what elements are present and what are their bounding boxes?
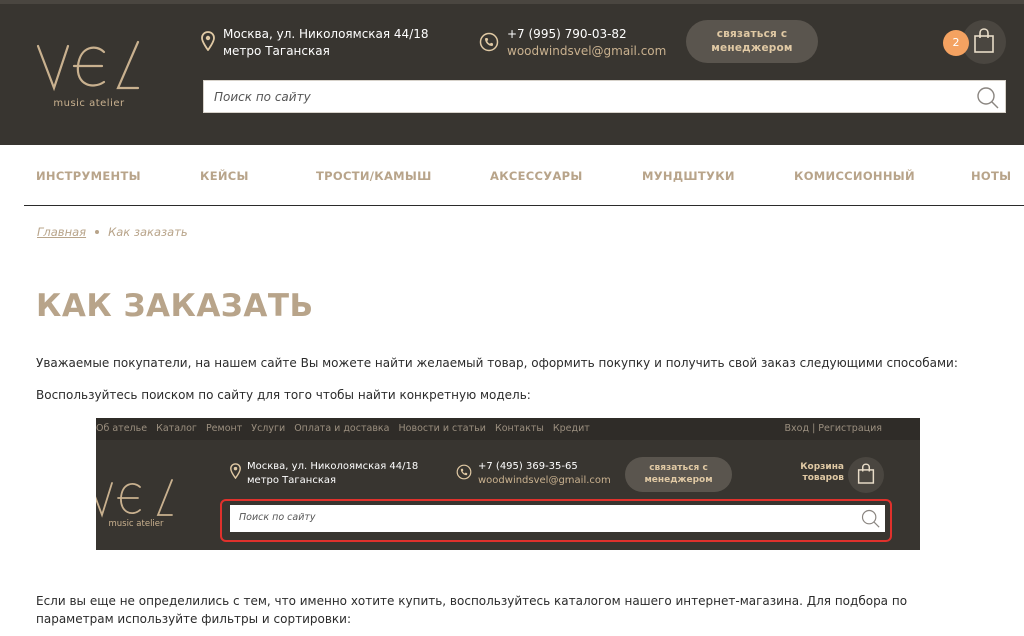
screenshot-contact-button: связаться с менеджером (625, 457, 732, 492)
screenshot-menu-item: Об ателье (96, 423, 148, 434)
screenshot-logo-subtitle: music atelier (108, 519, 164, 529)
metro-line: метро Таганская (223, 44, 330, 58)
nav-divider (24, 205, 1024, 206)
screenshot-menu-item: Каталог (156, 423, 197, 434)
screenshot-phone-number: +7 (495) 369-35-65 (478, 461, 578, 472)
screenshot-menu-item: Ремонт (205, 423, 243, 434)
nav-item-consignment[interactable]: КОМИССИОННЫЙ (794, 169, 915, 183)
screenshot-cart-label-1: Корзина (800, 462, 844, 472)
screenshot-menu-item: Контакты (494, 423, 544, 434)
screenshot-menu-item: Кредит (552, 423, 590, 434)
screenshot-cart-label-2: товаров (802, 473, 845, 483)
contact-manager-button[interactable]: связаться с менеджером (686, 20, 818, 63)
page-title: КАК ЗАКАЗАТЬ (36, 288, 314, 324)
screenshot-cart (848, 457, 884, 493)
screenshot-menu-item: Новости и статьи (398, 423, 486, 434)
location-pin-icon (201, 31, 215, 51)
screenshot-address-line: Москва, ул. Николоямская 44/18 (247, 461, 419, 472)
screenshot-menu: Об ателье Каталог Ремонт Услуги Оплата и… (96, 423, 596, 434)
screenshot-address: Москва, ул. Николоямская 44/18 метро Таг… (230, 460, 418, 488)
screenshot-phone: +7 (495) 369-35-65 woodwindsvel@gmail.co… (456, 460, 611, 488)
screenshot-button-label-1: связаться с (649, 463, 708, 473)
contact-button-label-1: связаться с (716, 28, 788, 40)
nav-item-sheet-music[interactable]: НОТЫ (971, 169, 1011, 183)
screenshot-menu-item: Услуги (251, 423, 286, 434)
phone-icon (479, 32, 499, 52)
intro-paragraph: Уважаемые покупатели, на нашем сайте Вы … (36, 356, 958, 370)
nav-item-reeds[interactable]: ТРОСТИ/КАМЫШ (316, 169, 432, 183)
screenshot-cart-label: Корзина товаров (796, 462, 844, 484)
search-icon[interactable] (975, 85, 999, 109)
site-header: music atelier Москва, ул. Николоямская 4… (0, 0, 1024, 145)
instruction-screenshot: Об ателье Каталог Ремонт Услуги Оплата и… (96, 418, 920, 550)
search-hint-paragraph: Воспользуйтесь поиском по сайту для того… (36, 388, 531, 402)
phone-icon (456, 464, 472, 480)
header-top-strip (0, 0, 1024, 4)
breadcrumb: Главная Как заказать (37, 225, 188, 239)
breadcrumb-home-link[interactable]: Главная (37, 225, 86, 239)
nav-item-accessories[interactable]: АКСЕССУАРЫ (490, 169, 583, 183)
main-nav: ИНСТРУМЕНТЫ КЕЙСЫ ТРОСТИ/КАМЫШ АКСЕССУАР… (0, 145, 1024, 206)
screenshot-button-label-2: менеджером (644, 475, 713, 485)
phone-block: +7 (995) 790-03-82 woodwindsvel@gmail.co… (479, 26, 666, 60)
screenshot-menu-item: Оплата и доставка (294, 423, 390, 434)
address-block: Москва, ул. Николоямская 44/18 метро Таг… (201, 26, 429, 60)
nav-item-instruments[interactable]: ИНСТРУМЕНТЫ (36, 169, 141, 183)
highlight-frame (220, 499, 892, 542)
phone-number-link[interactable]: +7 (995) 790-03-82 (507, 26, 666, 43)
contact-button-label-2: менеджером (711, 42, 793, 54)
shopping-bag-icon (974, 28, 994, 53)
shopping-bag-icon (857, 463, 875, 484)
logo[interactable]: music atelier (34, 38, 144, 114)
logo-mark-icon (36, 40, 140, 92)
breadcrumb-current: Как заказать (108, 225, 188, 239)
search-input[interactable] (204, 81, 964, 112)
breadcrumb-separator (95, 230, 100, 234)
logo-subtitle: music atelier (53, 98, 125, 109)
address-line: Москва, ул. Николоямская 44/18 (223, 27, 429, 41)
catalog-hint-paragraph: Если вы еще не определились с тем, что и… (36, 594, 908, 626)
screenshot-email: woodwindsvel@gmail.com (478, 475, 611, 486)
screenshot-login: Вход | Регистрация (784, 423, 882, 434)
email-link[interactable]: woodwindsvel@gmail.com (507, 43, 666, 60)
search-bar (203, 80, 1006, 113)
nav-item-cases[interactable]: КЕЙСЫ (200, 169, 249, 183)
nav-item-mouthpieces[interactable]: МУНДШТУКИ (642, 169, 735, 183)
location-pin-icon (230, 463, 241, 479)
screenshot-metro-line: метро Таганская (247, 475, 337, 486)
cart-count-badge: 2 (943, 30, 969, 56)
